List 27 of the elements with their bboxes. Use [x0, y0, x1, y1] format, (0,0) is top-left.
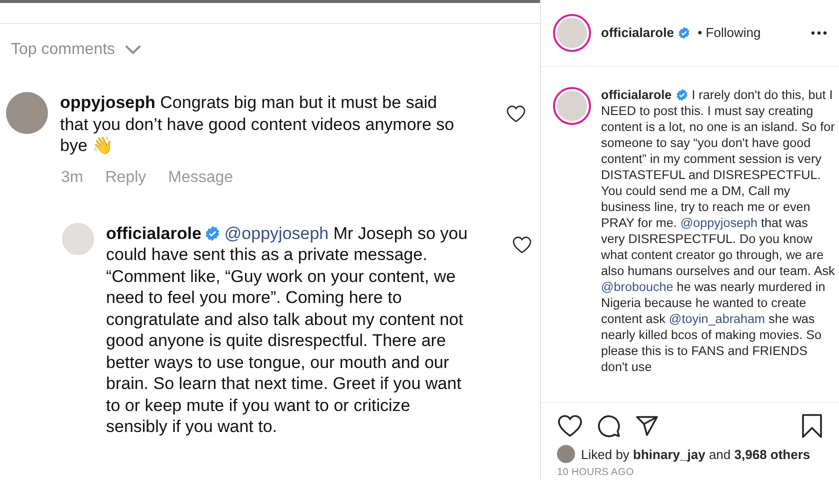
reply-text: officialarole @oppyjoseph Mr Joseph so you could have sent this as a private message. “Comment like, “Guy work on your content, we need to feel you more”. Coming here to congratulate and also talk about my content not good anyone is quite disrespectful. There are better ways to use tongue, our mouth and our brain. So learn that next time. Greet if you want to or keep mute if you want to or criticize sensibly if you want to. — [106, 222, 469, 438]
likes-text: Liked by bhinary_jay and 3,968 others — [581, 446, 810, 462]
paper-plane-icon — [635, 414, 659, 438]
like-button[interactable] — [557, 413, 583, 439]
share-button[interactable] — [635, 414, 659, 438]
avatar[interactable] — [553, 87, 591, 125]
mention-link[interactable]: @oppyjoseph — [680, 216, 758, 230]
avatar[interactable] — [553, 14, 591, 52]
mention-link[interactable]: @toyin_abraham — [668, 312, 766, 326]
comment-time: 3m — [61, 168, 84, 186]
follow-status[interactable]: • Following — [694, 25, 761, 40]
save-button[interactable] — [801, 413, 823, 439]
comment-text: oppyjoseph Congrats big man but it must be said that you don’t have good content videos anymore so bye 👋 — [60, 92, 456, 156]
avatar — [6, 92, 48, 134]
avatar — [557, 445, 575, 463]
speech-bubble-icon — [597, 414, 621, 438]
like-heart-icon[interactable] — [506, 104, 526, 124]
mention-link[interactable]: @brobouche — [601, 280, 674, 294]
more-options-icon[interactable] — [811, 31, 827, 35]
post-time: 10 HOURS AGO — [556, 466, 635, 480]
comment-button[interactable] — [597, 414, 621, 438]
username-link[interactable]: officialarole — [601, 25, 674, 40]
avatar — [62, 222, 94, 254]
like-heart-icon[interactable] — [512, 234, 532, 254]
chevron-down-icon — [125, 45, 142, 55]
caption-text: officialarole I rarely don't do this, but I NEED to post this. I must say creating content is a lot, no one is an island. So for someone to say “you don't have good content” in my comment session is very DISTASTEFUL and DISRESPECTFUL. You could send me a DM, Call my business line, try to reach me or even PRAY for me. @oppyjoseph that was very DISRESPECTFUL. Do you know what content creator go through, we are also humans ourselves and our team. Ask @brobouche he was nearly murdered in Nigeria because he wanted to create content ask @toyin_abraham she was nearly killed bcos of making movies. So please this is to FANS and FRIENDS don't use — [601, 87, 835, 376]
mention-link[interactable]: @oppyjoseph — [224, 224, 329, 242]
